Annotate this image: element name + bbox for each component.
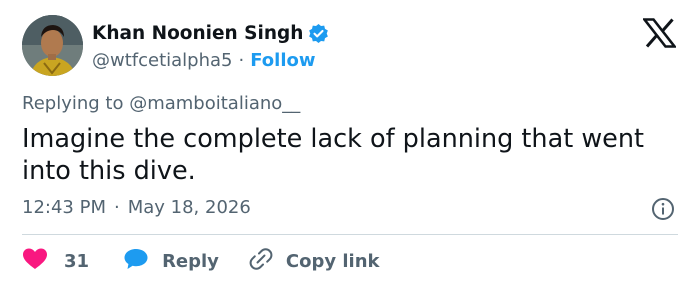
tweet-time[interactable]: 12:43 PM <box>22 197 106 218</box>
copy-link-label: Copy link <box>285 250 380 272</box>
copy-link-button[interactable]: Copy link <box>249 247 380 275</box>
tweet-date[interactable]: May 18, 2026 <box>128 197 251 218</box>
tweet-text: Imagine the complete lack of planning th… <box>22 124 645 186</box>
divider <box>22 234 678 235</box>
like-button[interactable]: 31 <box>22 247 89 275</box>
reply-context: Replying to @mamboitaliano__ <box>22 93 301 114</box>
reply-button[interactable]: Reply <box>123 247 219 275</box>
info-icon[interactable] <box>651 197 675 221</box>
author-name[interactable]: Khan Noonien Singh <box>92 23 303 44</box>
handle-separator: · <box>238 49 245 71</box>
action-bar: 31 Reply Copy link <box>22 247 380 275</box>
like-count: 31 <box>64 250 90 272</box>
timestamp[interactable]: 12:43 PM · May 18, 2026 <box>22 197 251 218</box>
reply-label: Reply <box>162 250 219 272</box>
author-handle[interactable]: @wtfcetialpha5 <box>92 50 233 71</box>
timestamp-separator: · <box>113 197 120 218</box>
speech-bubble-icon <box>123 247 149 275</box>
link-icon <box>249 247 273 275</box>
heart-icon <box>22 247 48 275</box>
avatar[interactable] <box>22 15 83 76</box>
x-logo-icon[interactable] <box>641 18 678 48</box>
follow-button[interactable]: Follow <box>250 50 315 71</box>
verified-badge-icon <box>308 23 329 44</box>
